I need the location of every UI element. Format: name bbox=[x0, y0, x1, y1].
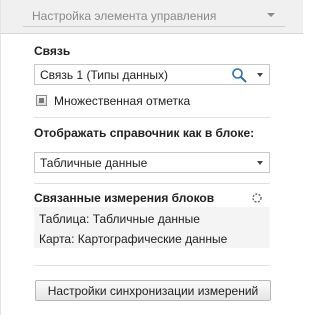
link-combo-value: Связь 1 (Типы данных) bbox=[40, 68, 169, 82]
link-section-title: Связь bbox=[34, 44, 71, 58]
panel-header-title: Настройка элемента управления bbox=[32, 9, 217, 23]
panel-header: Настройка элемента управления bbox=[1, 0, 303, 34]
display-combo-value: Табличные данные bbox=[40, 156, 148, 170]
linked-dims-list: Таблица: Табличные данные Карта: Картогр… bbox=[34, 207, 270, 248]
sync-settings-button-label: Настройки синхронизации измерений bbox=[47, 284, 259, 298]
list-item[interactable]: Карта: Картографические данные bbox=[39, 232, 227, 246]
refresh-icon[interactable] bbox=[251, 192, 263, 204]
chevron-down-icon bbox=[267, 13, 275, 17]
panel-header-toggle[interactable]: Настройка элемента управления bbox=[23, 8, 285, 27]
section-divider bbox=[34, 265, 270, 266]
list-item[interactable]: Таблица: Табличные данные bbox=[39, 212, 200, 226]
link-combo[interactable]: Связь 1 (Типы данных) bbox=[34, 64, 270, 85]
linked-dims-title: Связанные измерения блоков bbox=[34, 191, 215, 205]
sync-settings-button[interactable]: Настройки синхронизации измерений bbox=[35, 280, 271, 301]
control-settings-panel: Настройка элемента управления Связь Связ… bbox=[0, 0, 303, 315]
display-combo[interactable]: Табличные данные bbox=[34, 152, 270, 173]
chevron-down-icon[interactable] bbox=[257, 161, 263, 165]
search-icon[interactable] bbox=[231, 67, 247, 83]
multi-select-checkbox[interactable] bbox=[36, 95, 47, 106]
section-divider bbox=[34, 183, 270, 184]
display-section-title: Отображать справочник как в блоке: bbox=[34, 126, 255, 140]
chevron-down-icon[interactable] bbox=[257, 73, 263, 77]
section-divider bbox=[34, 117, 270, 118]
multi-select-label: Множественная отметка bbox=[54, 94, 191, 108]
